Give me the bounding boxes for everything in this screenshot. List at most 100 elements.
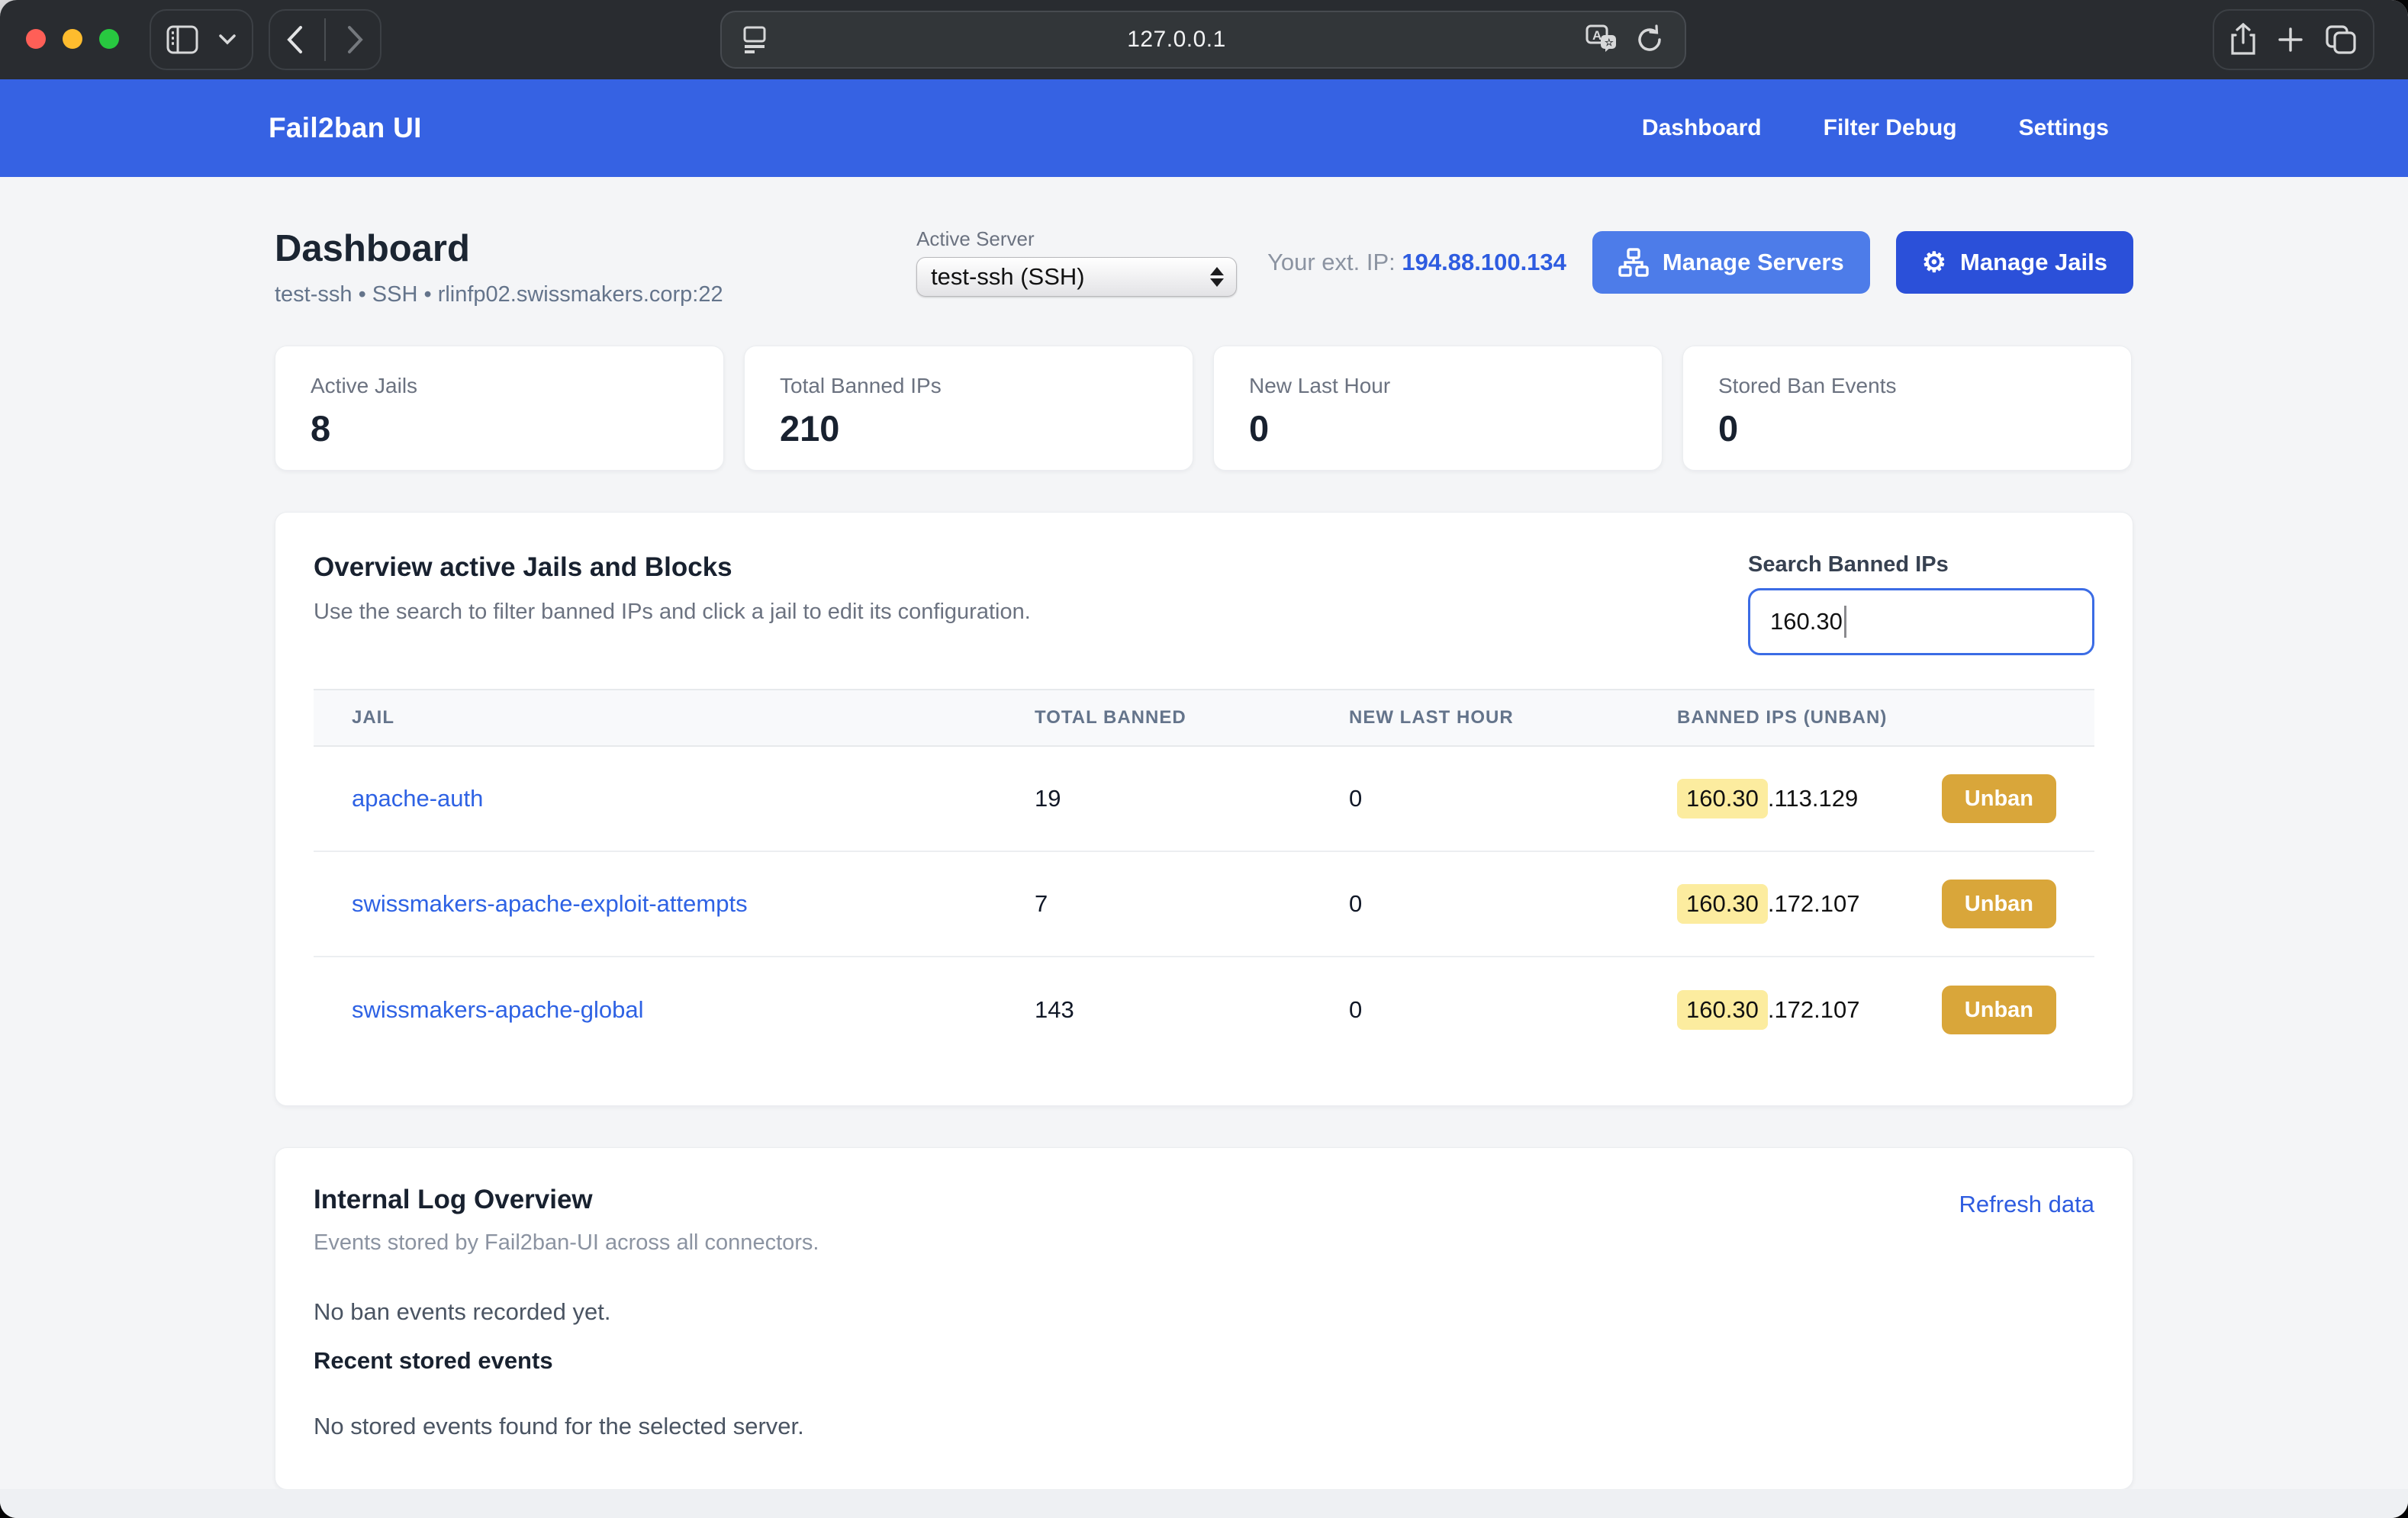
stat-card-stored-events: Stored Ban Events 0 (1682, 346, 2132, 471)
unban-button[interactable]: Unban (1942, 774, 2056, 823)
page-body: Dashboard test-ssh • SSH • rlinfp02.swis… (0, 177, 2408, 1518)
col-header-total-banned: TOTAL BANNED (1035, 707, 1349, 728)
stat-value: 0 (1718, 407, 2131, 449)
refresh-data-link[interactable]: Refresh data (1959, 1191, 2095, 1218)
browser-titlebar: 127.0.0.1 A ☆ (0, 0, 2408, 79)
translate-icon[interactable]: A ☆ (1585, 24, 1619, 55)
jail-link[interactable]: swissmakers-apache-global (352, 996, 644, 1023)
reload-icon[interactable] (1634, 24, 1665, 55)
overview-card: Overview active Jails and Blocks Use the… (275, 512, 2133, 1106)
stat-value: 210 (780, 407, 1193, 449)
external-ip-label: Your ext. IP: (1267, 249, 1396, 275)
app-navbar: Fail2ban UI Dashboard Filter Debug Setti… (0, 79, 2408, 177)
search-input-value: 160.30 (1770, 608, 1843, 635)
address-bar[interactable]: 127.0.0.1 A ☆ (720, 11, 1686, 69)
dashboard-header: Dashboard test-ssh • SSH • rlinfp02.swis… (275, 227, 2133, 307)
page-title: Dashboard (275, 227, 723, 270)
log-title-block: Internal Log Overview Events stored by F… (314, 1185, 819, 1256)
col-header-banned-ips: BANNED IPS (UNBAN) (1677, 707, 2094, 728)
new-tab-icon[interactable] (2277, 26, 2304, 53)
nav-links: Dashboard Filter Debug Settings (1642, 115, 2109, 141)
banned-ip-highlight: 160.30 (1677, 779, 1768, 818)
no-stored-events-text: No stored events found for the selected … (314, 1413, 2094, 1440)
page-subtitle: test-ssh • SSH • rlinfp02.swissmakers.co… (275, 282, 723, 307)
table-header-row: JAIL TOTAL BANNED NEW LAST HOUR BANNED I… (314, 689, 2094, 747)
banned-ip-highlight: 160.30 (1677, 884, 1768, 924)
share-icon[interactable] (2229, 23, 2257, 56)
stat-value: 0 (1249, 407, 1662, 449)
svg-text:A: A (1592, 28, 1602, 43)
sidebar-chevron-down-icon[interactable] (218, 34, 237, 46)
search-banned-ips-input[interactable]: 160.30 (1748, 588, 2094, 655)
recent-stored-events-title: Recent stored events (314, 1347, 2094, 1375)
internal-log-card: Internal Log Overview Events stored by F… (275, 1147, 2133, 1490)
active-server-label: Active Server (916, 227, 1237, 251)
table-row: swissmakers-apache-exploit-attempts 7 0 … (314, 852, 2094, 957)
svg-text:☆: ☆ (1605, 37, 1614, 48)
total-banned-value: 7 (1035, 890, 1349, 918)
desktop-background: 127.0.0.1 A ☆ (0, 0, 2408, 1518)
stats-row: Active Jails 8 Total Banned IPs 210 New … (275, 346, 2133, 471)
manage-jails-label: Manage Jails (1960, 249, 2107, 276)
app-brand: Fail2ban UI (269, 112, 422, 144)
nav-link-filter-debug[interactable]: Filter Debug (1824, 115, 1957, 141)
manage-servers-label: Manage Servers (1663, 249, 1844, 276)
stat-label: Total Banned IPs (780, 374, 1193, 398)
banned-ip-rest: .172.107 (1768, 996, 1860, 1024)
table-row: apache-auth 19 0 160.30 .113.129 Unban (314, 747, 2094, 852)
reader-format-icon[interactable] (742, 23, 768, 56)
external-ip-value[interactable]: 194.88.100.134 (1402, 249, 1566, 275)
active-server-select[interactable]: test-ssh (SSH) (916, 257, 1237, 297)
new-last-hour-value: 0 (1349, 996, 1677, 1024)
sidebar-toggle-group (150, 9, 253, 70)
back-icon[interactable] (285, 24, 304, 55)
stat-card-new-last-hour: New Last Hour 0 (1213, 346, 1663, 471)
active-server-block: Active Server test-ssh (SSH) (916, 227, 1237, 297)
no-ban-events-text: No ban events recorded yet. (314, 1298, 2094, 1326)
stat-label: New Last Hour (1249, 374, 1662, 398)
jail-link[interactable]: apache-auth (352, 785, 483, 812)
zoom-window-button[interactable] (99, 29, 119, 49)
select-arrows-icon (1210, 267, 1224, 287)
close-window-button[interactable] (26, 29, 46, 49)
manage-servers-button[interactable]: Manage Servers (1592, 231, 1870, 294)
minimize-window-button[interactable] (63, 29, 82, 49)
traffic-lights (26, 29, 119, 49)
overview-title: Overview active Jails and Blocks (314, 552, 1031, 583)
stat-label: Active Jails (311, 374, 723, 398)
unban-button[interactable]: Unban (1942, 986, 2056, 1034)
stat-label: Stored Ban Events (1718, 374, 2131, 398)
overview-title-block: Overview active Jails and Blocks Use the… (314, 552, 1031, 625)
forward-icon[interactable] (346, 24, 365, 55)
nav-link-dashboard[interactable]: Dashboard (1642, 115, 1762, 141)
sitemap-icon (1618, 248, 1649, 277)
stat-card-active-jails: Active Jails 8 (275, 346, 724, 471)
banned-ip-highlight: 160.30 (1677, 990, 1768, 1030)
col-header-new-last-hour: NEW LAST HOUR (1349, 707, 1677, 728)
table-row: swissmakers-apache-global 143 0 160.30 .… (314, 957, 2094, 1063)
log-title: Internal Log Overview (314, 1185, 819, 1215)
gear-icon: ⚙ (1922, 249, 1946, 276)
nav-divider (324, 18, 327, 61)
unban-button[interactable]: Unban (1942, 880, 2056, 928)
new-last-hour-value: 0 (1349, 785, 1677, 812)
overview-subtitle: Use the search to filter banned IPs and … (314, 600, 1031, 625)
title-block: Dashboard test-ssh • SSH • rlinfp02.swis… (275, 227, 723, 307)
stat-card-total-banned: Total Banned IPs 210 (744, 346, 1193, 471)
history-nav-group (269, 9, 381, 70)
col-header-jail: JAIL (314, 707, 1035, 728)
active-server-value: test-ssh (SSH) (931, 263, 1210, 291)
tabs-overview-icon[interactable] (2324, 24, 2358, 56)
sidebar-toggle-icon[interactable] (166, 25, 198, 54)
url-text: 127.0.0.1 (768, 27, 1585, 53)
jails-table: JAIL TOTAL BANNED NEW LAST HOUR BANNED I… (314, 689, 2094, 1063)
window-actions-group (2213, 9, 2374, 70)
window-bottom-strip (0, 1489, 2408, 1518)
new-last-hour-value: 0 (1349, 890, 1677, 918)
banned-ip-rest: .172.107 (1768, 890, 1860, 918)
stat-value: 8 (311, 407, 723, 449)
nav-link-settings[interactable]: Settings (2019, 115, 2109, 141)
jail-link[interactable]: swissmakers-apache-exploit-attempts (352, 890, 748, 917)
manage-jails-button[interactable]: ⚙ Manage Jails (1896, 231, 2133, 294)
search-banned-ips-label: Search Banned IPs (1748, 552, 2094, 577)
